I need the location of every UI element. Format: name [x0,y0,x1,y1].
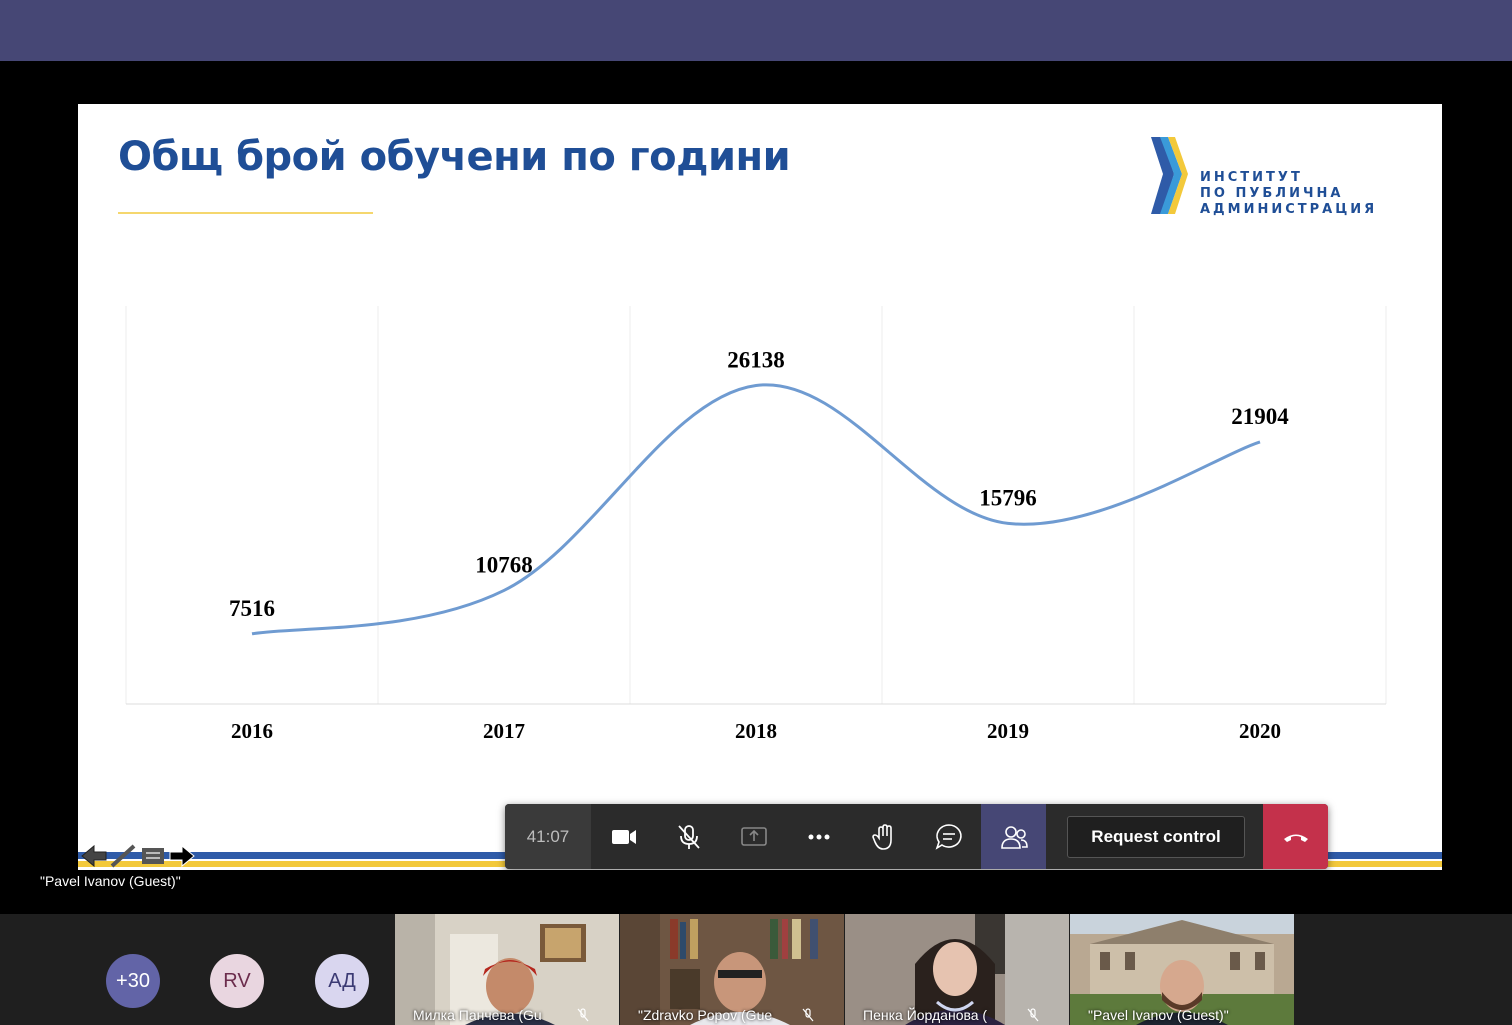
pen-icon[interactable] [110,844,136,868]
request-control-button[interactable]: Request control [1067,816,1245,858]
chat-icon [935,823,962,850]
raise-hand-icon [871,823,892,850]
chart-x-tick-label: 2018 [735,719,777,743]
avatar-label: АД [328,969,356,992]
logo-line-3: АДМИНИСТРАЦИЯ [1200,202,1378,217]
participant-name: "Pavel Ivanov (Guest)" [1088,1007,1229,1023]
chart-data-label: 7516 [229,596,275,621]
logo-line-1: ИНСТИТУТ [1200,170,1303,185]
avatar-label: RV [223,969,251,992]
participant-avatar-ad[interactable]: АД [315,954,369,1008]
chart-x-tick-label: 2017 [483,719,525,743]
previous-slide-icon[interactable] [81,844,107,868]
hang-up-icon [1283,834,1308,842]
participant-video-tile[interactable]: "Pavel Ivanov (Guest)" [1070,914,1294,1025]
participants-button[interactable] [981,804,1046,869]
institute-logo: ИНСТИТУТ ПО ПУБЛИЧНА АДМИНИСТРАЦИЯ [1148,134,1408,220]
meeting-controls-bar: 41:07 Request control [505,804,1328,869]
chat-button[interactable] [916,804,981,869]
camera-button[interactable] [591,804,656,869]
mic-off-icon [802,1008,814,1022]
participant-video-tile[interactable]: Пенка Йорданова ( [845,914,1069,1025]
participant-video-tile[interactable]: Милка Панчева (Gu [395,914,619,1025]
next-slide-icon[interactable] [169,844,195,868]
title-underline [118,212,373,214]
chart-data-label: 26138 [727,347,785,372]
slide-menu-icon[interactable] [142,848,164,864]
trained-per-year-line-chart: 7516 10768 26138 15796 21904 2016 2017 2018 2019… [125,306,1387,743]
institute-logo-text: ИНСТИТУТ ПО ПУБЛИЧНА АДМИНИСТРАЦИЯ [1200,170,1377,218]
window-top-bar [0,0,1512,61]
mic-off-icon [577,1008,589,1022]
mic-off-icon [1027,1008,1039,1022]
more-options-button[interactable] [786,804,851,869]
slide-title: Общ брой обучени по години [118,134,791,180]
participants-icon [1000,825,1028,849]
presenter-name-label: "Pavel Ivanov (Guest)" [40,873,181,889]
participant-gallery: +30 RV АД Милка Панчева (Gu "Zdravko Pop… [0,914,1512,1025]
chart-data-label: 10768 [475,552,533,577]
institute-logo-mark [1151,137,1188,214]
share-screen-icon [740,826,767,846]
video-camera-icon [611,829,636,844]
presentation-slide: Общ брой обучени по години ИНСТИТУТ ПО П… [78,104,1442,870]
overflow-participants-avatar[interactable]: +30 [106,954,160,1008]
chart-x-tick-label: 2019 [987,719,1029,743]
chart-series-line [251,383,1261,636]
logo-line-2: ПО ПУБЛИЧНА [1200,186,1344,201]
participant-video-tile[interactable]: "Zdravko Popov (Gue [620,914,844,1025]
chart-x-tick-label: 2016 [231,719,273,743]
chart-x-tick-label: 2020 [1239,719,1281,743]
share-screen-button[interactable] [721,804,786,869]
hang-up-button[interactable] [1263,804,1328,869]
raise-hand-button[interactable] [851,804,916,869]
mute-button[interactable] [656,804,721,869]
chart-data-label: 21904 [1231,404,1289,429]
more-options-icon [808,834,829,839]
mic-off-icon [677,824,700,849]
chart-data-label: 15796 [979,485,1037,510]
avatar-label: +30 [116,969,150,992]
meeting-timer: 41:07 [505,804,591,869]
slide-navigation-controls [81,844,195,868]
participant-avatar-rv[interactable]: RV [210,954,264,1008]
